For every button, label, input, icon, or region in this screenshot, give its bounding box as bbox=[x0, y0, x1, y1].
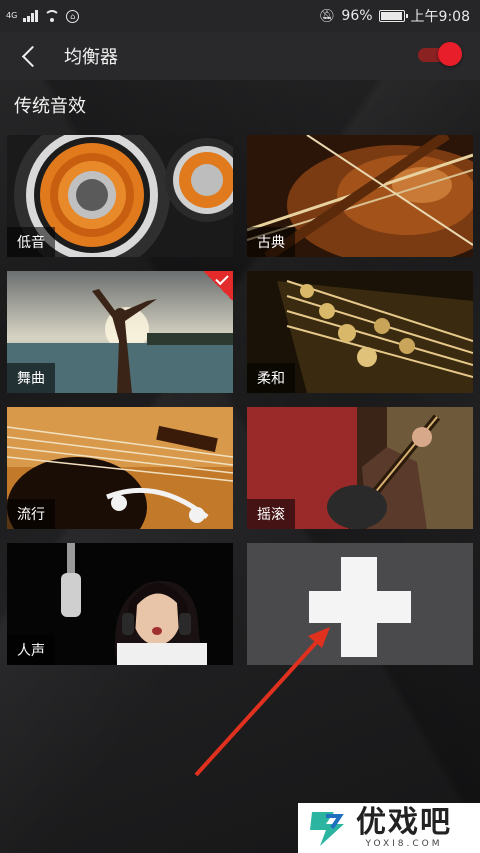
clock: 上午9:08 bbox=[410, 9, 470, 25]
equalizer-toggle[interactable] bbox=[418, 42, 462, 66]
preset-tile-vocal[interactable]: 人声 bbox=[7, 543, 233, 665]
watermark-url: YOXI8.COM bbox=[365, 839, 443, 849]
watermark-logo bbox=[310, 812, 344, 846]
plus-icon-bar bbox=[309, 591, 411, 623]
toggle-thumb bbox=[438, 42, 462, 66]
preset-label: 人声 bbox=[7, 635, 55, 665]
preset-tile-bass[interactable]: 低音 bbox=[7, 135, 233, 257]
selected-check-icon bbox=[203, 271, 233, 301]
add-preset-button[interactable] bbox=[247, 543, 473, 665]
network-type: 4G bbox=[6, 11, 18, 20]
signal-icon bbox=[23, 10, 39, 22]
preset-label: 流行 bbox=[7, 499, 55, 529]
watermark: 优戏吧 YOXI8.COM bbox=[298, 803, 480, 853]
preset-tile-classical[interactable]: 古典 bbox=[247, 135, 473, 257]
battery-icon bbox=[378, 10, 408, 22]
preset-label: 古典 bbox=[247, 227, 295, 257]
battery-percent: 96% bbox=[341, 8, 373, 24]
preset-label: 摇滚 bbox=[247, 499, 295, 529]
preset-label: 低音 bbox=[7, 227, 55, 257]
preset-label: 柔和 bbox=[247, 363, 295, 393]
preset-label: 舞曲 bbox=[7, 363, 55, 393]
page-title: 均衡器 bbox=[64, 47, 118, 68]
status-bar: 4G ⌂ 🔕︎ 96% 上午9:08 bbox=[0, 0, 480, 32]
preset-tile-pop[interactable]: 流行 bbox=[7, 407, 233, 529]
chevron-left-icon bbox=[21, 45, 43, 67]
preset-tile-rock[interactable]: 摇滚 bbox=[247, 407, 473, 529]
section-title: 传统音效 bbox=[14, 96, 86, 117]
preset-tile-soft[interactable]: 柔和 bbox=[247, 271, 473, 393]
watermark-title: 优戏吧 bbox=[356, 805, 452, 840]
mute-icon: 🔕︎ bbox=[318, 8, 336, 24]
wifi-icon bbox=[44, 10, 61, 22]
app-bar: 均衡器 bbox=[0, 32, 480, 80]
notification-icon: ⌂ bbox=[66, 9, 80, 23]
preset-tile-dance[interactable]: 舞曲 bbox=[7, 271, 233, 393]
back-button[interactable] bbox=[0, 32, 56, 80]
